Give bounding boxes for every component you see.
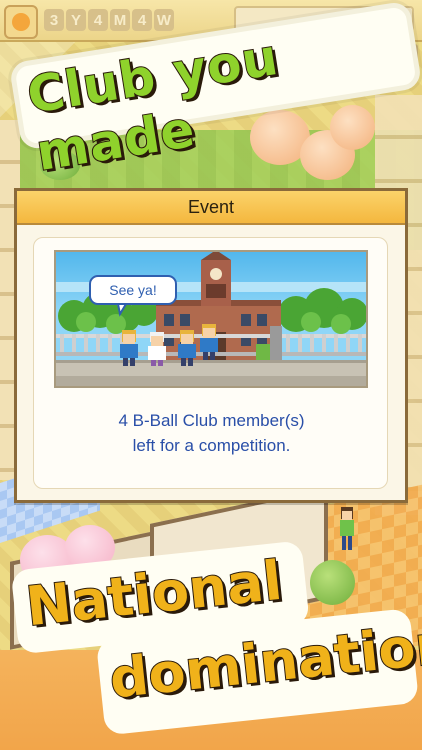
date-char: 3 — [44, 9, 64, 31]
speech-bubble-text: See ya! — [109, 282, 156, 298]
tree-icon — [310, 560, 355, 605]
date-char: Y — [66, 9, 86, 31]
message-line-2: left for a competition. — [132, 436, 291, 455]
event-message: 4 B-Ball Club member(s) left for a compe… — [34, 408, 389, 458]
date-char: 4 — [88, 9, 108, 31]
event-scene-image: See ya! — [54, 250, 368, 388]
event-dialog[interactable]: Event See ya! 4 B-Ball Club member(s) le… — [14, 188, 408, 503]
school-departure-illustration: See ya! — [56, 252, 366, 386]
principal-face-icon[interactable] — [4, 5, 38, 39]
dialog-content: See ya! 4 B-Ball Club member(s) left for… — [33, 237, 388, 489]
dialog-title: Event — [17, 191, 405, 225]
student-sprite-icon — [340, 507, 354, 550]
message-line-1: 4 B-Ball Club member(s) — [118, 411, 305, 430]
